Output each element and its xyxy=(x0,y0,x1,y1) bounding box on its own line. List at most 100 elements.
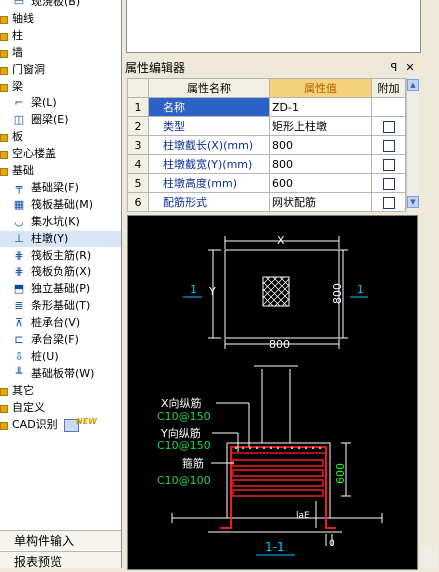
extra-checkbox[interactable] xyxy=(382,196,395,209)
property-name-header: 属性名称 xyxy=(148,78,270,98)
property-value[interactable]: 800 xyxy=(269,135,372,155)
beam-icon: ⌐ xyxy=(14,96,24,110)
tree-item[interactable]: ⋕ 筏板主筋(R) xyxy=(0,248,121,264)
property-value[interactable]: 800 xyxy=(269,154,372,174)
column-pier-drawing: X Y 800 800 1 1 X向纵筋 C10@150 Y向纵筋 C10@15… xyxy=(157,234,383,556)
property-row[interactable]: 2 类型 矩形上柱墩 xyxy=(127,116,406,136)
tree-item[interactable]: ╨ 基础板带(W) xyxy=(0,366,121,382)
tree-item[interactable]: 墙 xyxy=(0,45,121,61)
tree-item[interactable]: ⊏ 承台梁(F) xyxy=(0,332,121,348)
section-mark-right: 1 xyxy=(357,283,364,296)
property-row[interactable]: 1 名称 ZD-1 xyxy=(127,97,406,117)
raft-negative-rebar-icon: ⋕ xyxy=(14,265,24,279)
folder-icon xyxy=(0,134,8,143)
plan-height-dim: 800 xyxy=(331,283,344,304)
property-row[interactable]: 4 柱墩截宽(Y)(mm) 800 xyxy=(127,154,406,174)
extra-checkbox[interactable] xyxy=(382,177,395,190)
property-name: 柱墩高度(mm) xyxy=(148,173,270,193)
extra-cell xyxy=(371,154,406,174)
cad-preview-canvas: X Y 800 800 1 1 X向纵筋 C10@150 Y向纵筋 C10@15… xyxy=(127,215,418,570)
x-rebar-spec: C10@150 xyxy=(157,410,211,423)
property-row[interactable]: 3 柱墩截长(X)(mm) 800 xyxy=(127,135,406,155)
property-value[interactable]: ZD-1 xyxy=(269,97,372,117)
property-name: 柱墩截宽(Y)(mm) xyxy=(148,154,270,174)
tree-item[interactable]: 空心楼盖 xyxy=(0,146,121,162)
tree-item[interactable]: 自定义 xyxy=(0,400,121,416)
property-value[interactable]: 600 xyxy=(269,173,372,193)
property-name: 柱墩截长(X)(mm) xyxy=(148,135,270,155)
tree-item[interactable]: ◫ 圈梁(E) xyxy=(0,112,121,128)
tree-item[interactable]: 板 xyxy=(0,129,121,145)
row-number: 1 xyxy=(127,97,149,117)
tree-item[interactable]: CAD识别 NEW xyxy=(0,417,121,433)
component-tree-panel: ▭ 现浇板(B) 轴线柱墙门窗洞梁 ⌐ 梁(L) ◫ 圈梁(E) 板空心楼盖 基础 ╤ 基础梁(F)… xyxy=(0,0,122,568)
folder-icon xyxy=(0,387,8,396)
tree-item[interactable]: 门窗洞 xyxy=(0,62,121,78)
tree-item[interactable]: ◡ 集水坑(K) xyxy=(0,214,121,230)
tree-item-label: 筏板基础(M) xyxy=(31,197,94,211)
foundation-strip-icon: ╨ xyxy=(15,366,23,380)
close-icon[interactable]: ✕ xyxy=(404,62,416,74)
tree-item-label: 梁 xyxy=(12,79,23,93)
pile-cap-icon: ⊼ xyxy=(14,316,24,330)
tree-item[interactable]: ⊥ 柱墩(Y) xyxy=(0,230,121,247)
folder-icon xyxy=(0,83,8,92)
report-preview-button[interactable]: 报表预览 xyxy=(0,551,121,568)
extra-checkbox[interactable] xyxy=(382,158,395,171)
tree-item[interactable]: ▭ 现浇板(B) xyxy=(0,0,121,10)
y-rebar-spec: C10@150 xyxy=(157,439,211,452)
extra-cell xyxy=(371,173,406,193)
tree-item-label: 墙 xyxy=(12,45,23,59)
ring-beam-icon: ◫ xyxy=(13,113,25,127)
column-pier-icon: ⊥ xyxy=(14,231,24,245)
tree-item-label: 基础板带(W) xyxy=(31,366,95,380)
single-component-input-button[interactable]: 单构件输入 xyxy=(0,530,121,550)
property-row[interactable]: 6 配筋形式 网状配筋 xyxy=(127,192,406,212)
section-mark-left: 1 xyxy=(190,283,197,296)
tree-item[interactable]: ⋕ 筏板负筋(X) xyxy=(0,264,121,280)
tree-item-label: 桩承台(V) xyxy=(31,316,81,330)
tree-item-label: 筏板主筋(R) xyxy=(31,248,92,262)
property-row[interactable]: 5 柱墩高度(mm) 600 xyxy=(127,173,406,193)
zero-dim-label: 0 xyxy=(329,539,335,549)
scroll-down-icon[interactable]: ▼ xyxy=(407,196,419,208)
tree-item-label: 筏板负筋(X) xyxy=(31,265,92,279)
tree-item-label: 条形基础(T) xyxy=(31,299,91,313)
tree-item[interactable]: ⌐ 梁(L) xyxy=(0,95,121,111)
folder-icon xyxy=(0,421,8,430)
tree-item-label: 板 xyxy=(12,130,23,144)
strip-foundation-icon: ≣ xyxy=(14,299,24,313)
tree-item[interactable]: 轴线 xyxy=(0,11,121,27)
isolated-foundation-icon: ⬒ xyxy=(13,282,25,296)
row-number: 2 xyxy=(127,116,149,136)
tree-item[interactable]: ⬒ 独立基础(P) xyxy=(0,281,121,297)
tree-item[interactable]: ╤ 基础梁(F) xyxy=(0,180,121,196)
property-value[interactable]: 矩形上柱墩 xyxy=(269,116,372,136)
tree-item[interactable]: ≣ 条形基础(T) xyxy=(0,298,121,314)
property-name: 名称 xyxy=(148,97,270,117)
tree-item[interactable]: ⊼ 桩承台(V) xyxy=(0,315,121,331)
tree-item[interactable]: ▦ 筏板基础(M) xyxy=(0,197,121,213)
folder-icon xyxy=(0,49,8,58)
tree-item[interactable]: 梁 xyxy=(0,79,121,95)
plan-x-label: X xyxy=(277,234,285,247)
extra-checkbox[interactable] xyxy=(382,139,395,152)
tree-item[interactable]: 柱 xyxy=(0,28,121,44)
tree-item[interactable]: 其它 xyxy=(0,383,121,399)
tree-item[interactable]: 基础 xyxy=(0,163,121,179)
extra-cell xyxy=(371,116,406,136)
plan-width-dim: 800 xyxy=(269,338,290,351)
tree-item-label: 圈梁(E) xyxy=(31,113,69,127)
row-number: 6 xyxy=(127,192,149,212)
property-scrollbar[interactable]: ▲ ▼ xyxy=(406,78,419,210)
property-table: 属性名称 属性值 附加 1 名称 ZD-1 2 类型 矩形上柱墩 3 柱墩截长(X)(mm) 8… xyxy=(127,78,406,212)
property-value[interactable]: 网状配筋 xyxy=(269,192,372,212)
plan-y-label: Y xyxy=(208,285,216,298)
lae-label: laE xyxy=(296,511,310,521)
scroll-up-icon[interactable]: ▲ xyxy=(407,79,419,91)
tree-item[interactable]: ⇩ 桩(U) xyxy=(0,349,121,365)
row-number: 3 xyxy=(127,135,149,155)
extra-checkbox[interactable] xyxy=(382,120,395,133)
pile-icon: ⇩ xyxy=(14,349,24,363)
pin-icon[interactable]: ꟼ xyxy=(388,62,400,74)
